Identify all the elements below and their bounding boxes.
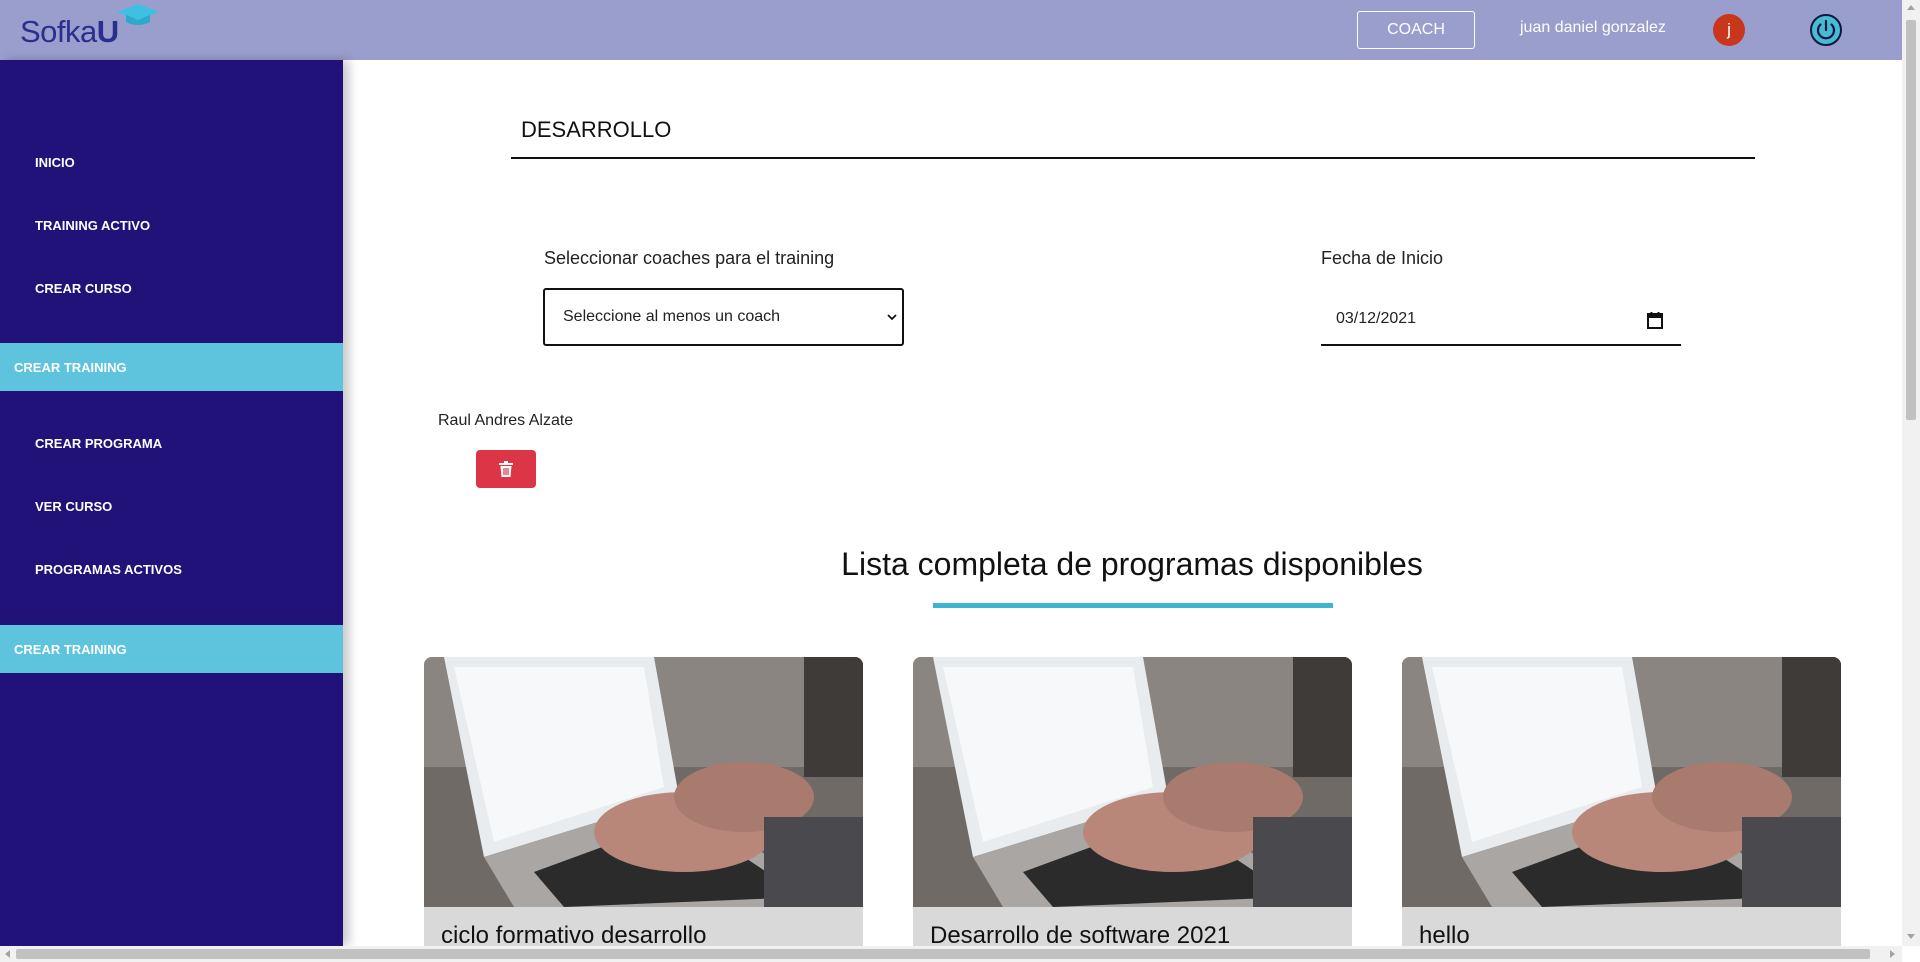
calendar-icon[interactable] (1647, 311, 1663, 329)
user-name: juan daniel gonzalez (1520, 19, 1666, 36)
coach-select[interactable]: Seleccione al menos un coach (543, 288, 904, 346)
horizontal-scroll-thumb[interactable] (16, 949, 1870, 959)
main-content: DESARROLLO Seleccionar coaches para el t… (343, 60, 1902, 947)
program-card-title: Desarrollo de software 2021 (930, 922, 1231, 947)
sidebar-item-crear-curso[interactable]: CREAR CURSO (35, 281, 132, 296)
start-date-input[interactable]: 03/12/2021 (1321, 294, 1681, 346)
start-date-value: 03/12/2021 (1336, 310, 1417, 327)
program-card[interactable]: ciclo formativo desarrollo (424, 657, 863, 947)
sidebar-item-crear-training[interactable]: CREAR TRAINING (0, 343, 343, 391)
scroll-down-arrow-icon[interactable] (1907, 934, 1915, 939)
trash-icon (499, 461, 513, 477)
selected-coach-name: Raul Andres Alzate (438, 412, 574, 429)
sidebar-item-inicio[interactable]: INICIO (35, 155, 75, 170)
scroll-left-arrow-icon[interactable] (5, 950, 10, 958)
role-coach-button[interactable]: COACH (1357, 11, 1475, 49)
program-card[interactable]: hello (1402, 657, 1841, 947)
start-date-label: Fecha de Inicio (1321, 248, 1444, 268)
scroll-right-arrow-icon[interactable] (1890, 950, 1895, 958)
title-divider (511, 157, 1755, 159)
page-title: DESARROLLO (521, 117, 672, 142)
sidebar: INICIO TRAINING ACTIVO CREAR CURSO CREAR… (0, 60, 343, 946)
laptop-typing-image (1402, 657, 1841, 907)
delete-coach-button[interactable] (476, 450, 536, 488)
program-card-title: ciclo formativo desarrollo (441, 922, 707, 947)
scroll-up-arrow-icon[interactable] (1907, 5, 1915, 10)
sofkau-logo[interactable]: SofkaU (20, 4, 160, 52)
program-card-title: hello (1419, 922, 1470, 947)
vertical-scroll-thumb[interactable] (1906, 20, 1916, 420)
top-header: SofkaU COACH juan daniel gonzalez j (0, 0, 1902, 60)
laptop-typing-image (913, 657, 1352, 907)
avatar[interactable]: j (1713, 14, 1745, 46)
sidebar-item-ver-curso[interactable]: VER CURSO (35, 499, 112, 514)
vertical-scrollbar[interactable] (1902, 0, 1920, 946)
sidebar-item-programas-activos[interactable]: PROGRAMAS ACTIVOS (35, 562, 182, 577)
sidebar-item-crear-programa[interactable]: CREAR PROGRAMA (35, 436, 162, 451)
sidebar-item-training-activo[interactable]: TRAINING ACTIVO (35, 218, 150, 233)
heading-underline (933, 603, 1333, 608)
logo-text: SofkaU (20, 14, 119, 49)
sidebar-item-crear-training-2[interactable]: CREAR TRAINING (0, 625, 343, 673)
horizontal-scrollbar[interactable] (0, 946, 1902, 962)
chevron-down-icon (887, 314, 897, 321)
programs-list-heading: Lista completa de programas disponibles (841, 546, 1423, 582)
program-card[interactable]: Desarrollo de software 2021 (913, 657, 1352, 947)
laptop-typing-image (424, 657, 863, 907)
coaches-label: Seleccionar coaches para el training (544, 248, 835, 268)
graduation-cap-icon (117, 4, 159, 25)
power-icon[interactable] (1809, 13, 1843, 47)
coach-select-value: Seleccione al menos un coach (563, 308, 781, 325)
